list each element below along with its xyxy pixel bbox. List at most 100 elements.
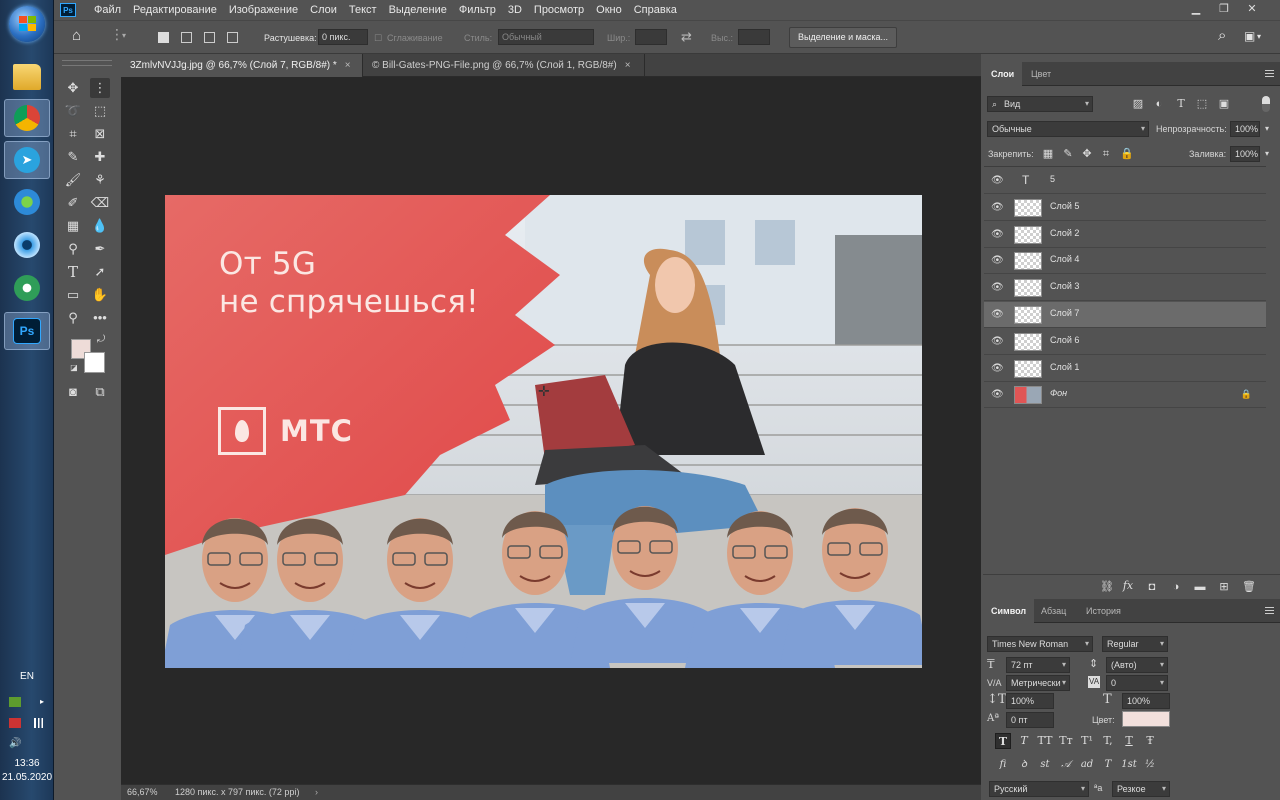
eye-icon[interactable]: 👁 [991,175,1004,187]
swap-colors-icon[interactable]: ⤾ [95,334,107,346]
opentype-button[interactable]: 1st [1121,757,1137,773]
opentype-button[interactable]: 𝒜 [1058,757,1074,773]
action-center-flag-icon[interactable] [9,718,21,728]
background-color-swatch[interactable] [84,352,105,373]
layer-thumbnail[interactable] [1014,279,1042,298]
link-icon[interactable]: ⛓ [1100,581,1114,593]
menu-item[interactable]: Редактирование [127,0,223,20]
hand-tool-icon[interactable]: ✋ [90,285,110,305]
vertical-scale-input[interactable]: 100% [1006,693,1054,709]
eye-icon[interactable]: 👁 [991,309,1004,321]
keyboard-language[interactable]: EN [0,671,54,682]
tray-app-icon[interactable] [9,697,21,707]
baseline-shift-input[interactable]: 0 пт [1006,712,1054,728]
tab-character[interactable]: Символ [983,599,1035,623]
tab-layers[interactable]: Слои [983,62,1023,86]
opentype-button[interactable]: ꝺ [1016,757,1032,773]
folder-icon[interactable]: ▬ [1194,581,1206,593]
eye-icon[interactable]: 👁 [991,282,1004,294]
signal-icon[interactable] [33,718,45,728]
taskbar-explorer[interactable] [4,58,50,96]
layer-row[interactable]: 👁 Фон 🔒 [984,382,1266,409]
move-tool-icon[interactable]: ✥ [63,78,83,98]
home-icon[interactable]: ⌂ [72,28,81,44]
status-menu-icon[interactable]: › [315,785,318,800]
adjustment-icon[interactable]: ◑ [1170,581,1182,593]
eraser-tool-icon[interactable]: ⌫ [90,193,110,213]
eye-icon[interactable]: 👁 [991,336,1004,348]
gradient-tool-icon[interactable]: ▦ [63,216,83,236]
restore-icon[interactable]: ❐ [1217,3,1231,15]
layer-row[interactable]: 👁 Слой 5 [984,195,1266,221]
filter-adjustment-icon[interactable]: ◐ [1153,98,1165,110]
font-size-select[interactable]: 72 пт ▾ [1006,657,1070,673]
menu-item[interactable]: Изображение [223,0,304,20]
document-info[interactable]: 1280 пикс. x 797 пикс. (72 ppi) [175,785,299,800]
close-icon[interactable]: ✕ [1245,3,1259,15]
eye-icon[interactable]: 👁 [991,229,1004,241]
antialias-checkbox[interactable]: ☐ [374,30,382,46]
layer-row[interactable]: 👁 Слой 4 [984,248,1266,275]
text-style-button[interactable]: T [1016,733,1032,749]
lock-pixels-icon[interactable]: ✎ [1062,148,1074,160]
layer-thumbnail[interactable] [1014,359,1042,378]
chevron-down-icon[interactable]: ▾ [1265,147,1269,161]
layer-thumbnail[interactable] [1014,225,1042,244]
text-style-button[interactable]: TT [1037,733,1053,749]
mask-icon[interactable]: ◘ [1146,581,1158,593]
menu-item[interactable]: Файл [88,0,127,20]
intersect-selection-icon[interactable] [227,32,238,43]
filter-pixel-icon[interactable]: ▨ [1132,98,1144,110]
menu-item[interactable]: Слои [304,0,343,20]
tray-expand-icon[interactable]: ▸ [40,697,46,707]
opentype-button[interactable]: fi [995,757,1011,773]
workspace-icon[interactable]: ▣ [1244,28,1255,44]
tab-color[interactable]: Цвет [1023,62,1059,86]
panel-menu-icon[interactable] [1265,70,1274,77]
panel-menu-icon[interactable] [1265,607,1274,614]
layer-row[interactable]: 👁 Слой 6 [984,329,1266,355]
rectangle-tool-icon[interactable]: ▭ [63,285,83,305]
layer-row[interactable]: 👁 Слой 7 [984,302,1266,328]
close-icon[interactable]: × [345,60,351,71]
new-selection-icon[interactable] [158,32,169,43]
lock-transparent-icon[interactable]: ▦ [1042,148,1054,160]
filter-shape-icon[interactable]: ⬚ [1196,98,1208,110]
taskbar-webcam[interactable] [4,226,50,264]
eye-icon[interactable]: 👁 [991,389,1004,401]
text-style-button[interactable]: Tт [1058,733,1074,749]
layer-thumbnail[interactable] [1014,332,1042,351]
language-select[interactable]: Русский ▾ [989,781,1089,797]
filter-toggle-icon[interactable] [1262,96,1270,112]
path-select-tool-icon[interactable]: ➚ [90,262,110,282]
frame-tool-icon[interactable]: ⊠ [90,124,110,144]
eyedropper-tool-icon[interactable]: ✎ [63,147,83,167]
fill-input[interactable]: 100% [1230,146,1260,162]
text-style-button[interactable]: Ŧ [1142,733,1158,749]
type-tool-icon[interactable]: T [63,262,83,282]
document-canvas[interactable]: От 5G не спрячешься! МТС ✛ [165,195,922,668]
healing-brush-icon[interactable]: ✚ [90,147,110,167]
menu-item[interactable]: Справка [628,0,683,20]
menu-item[interactable]: Просмотр [528,0,590,20]
headline-text[interactable]: От 5G не спрячешься! [219,245,479,321]
height-input[interactable] [738,29,770,45]
eye-icon[interactable]: 👁 [991,255,1004,267]
font-family-select[interactable]: Times New Roman ▾ [987,636,1093,652]
taskbar-telegram[interactable]: ➤ [4,141,50,179]
pen-tool-icon[interactable]: ✒ [90,239,110,259]
menu-item[interactable]: Фильтр [453,0,502,20]
opacity-input[interactable]: 100% [1230,121,1260,137]
text-style-button[interactable]: T¹ [1079,733,1095,749]
filter-type-icon[interactable]: T [1175,98,1187,110]
opentype-button[interactable]: st [1037,757,1053,773]
lock-position-icon[interactable]: ✥ [1081,148,1093,160]
layer-row[interactable]: 👁 Слой 1 [984,356,1266,382]
menu-item[interactable]: Окно [590,0,628,20]
history-brush-icon[interactable]: ✐ [63,193,83,213]
screen-mode-icon[interactable]: ⧉ [90,382,110,402]
zoom-level[interactable]: 66,67% [127,785,158,800]
subtract-selection-icon[interactable] [204,32,215,43]
select-and-mask-button[interactable]: Выделение и маска... [789,27,897,48]
taskbar-chrome[interactable] [4,99,50,137]
